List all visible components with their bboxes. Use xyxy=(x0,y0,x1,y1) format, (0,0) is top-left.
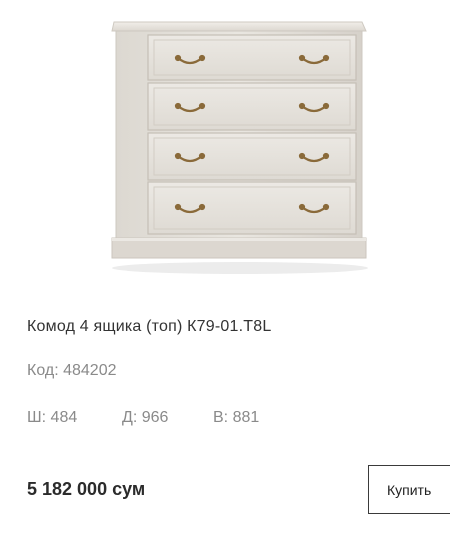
dimension-width: Ш: 484 xyxy=(27,409,78,426)
product-card[interactable]: Комод 4 ящика (топ) К79-01.T8L Код: 4842… xyxy=(0,0,450,534)
dresser-image xyxy=(111,21,368,274)
dimension-depth: Д: 966 xyxy=(122,409,169,426)
dimension-height: В: 881 xyxy=(213,409,260,426)
buy-button[interactable]: Купить xyxy=(368,465,450,514)
product-code: Код: 484202 xyxy=(27,362,117,379)
product-dimensions: Ш: 484 Д: 966 В: 881 xyxy=(27,409,259,427)
product-title[interactable]: Комод 4 ящика (топ) К79-01.T8L xyxy=(27,318,271,336)
product-image[interactable] xyxy=(100,0,380,278)
product-price: 5 182 000 сум xyxy=(27,479,146,499)
